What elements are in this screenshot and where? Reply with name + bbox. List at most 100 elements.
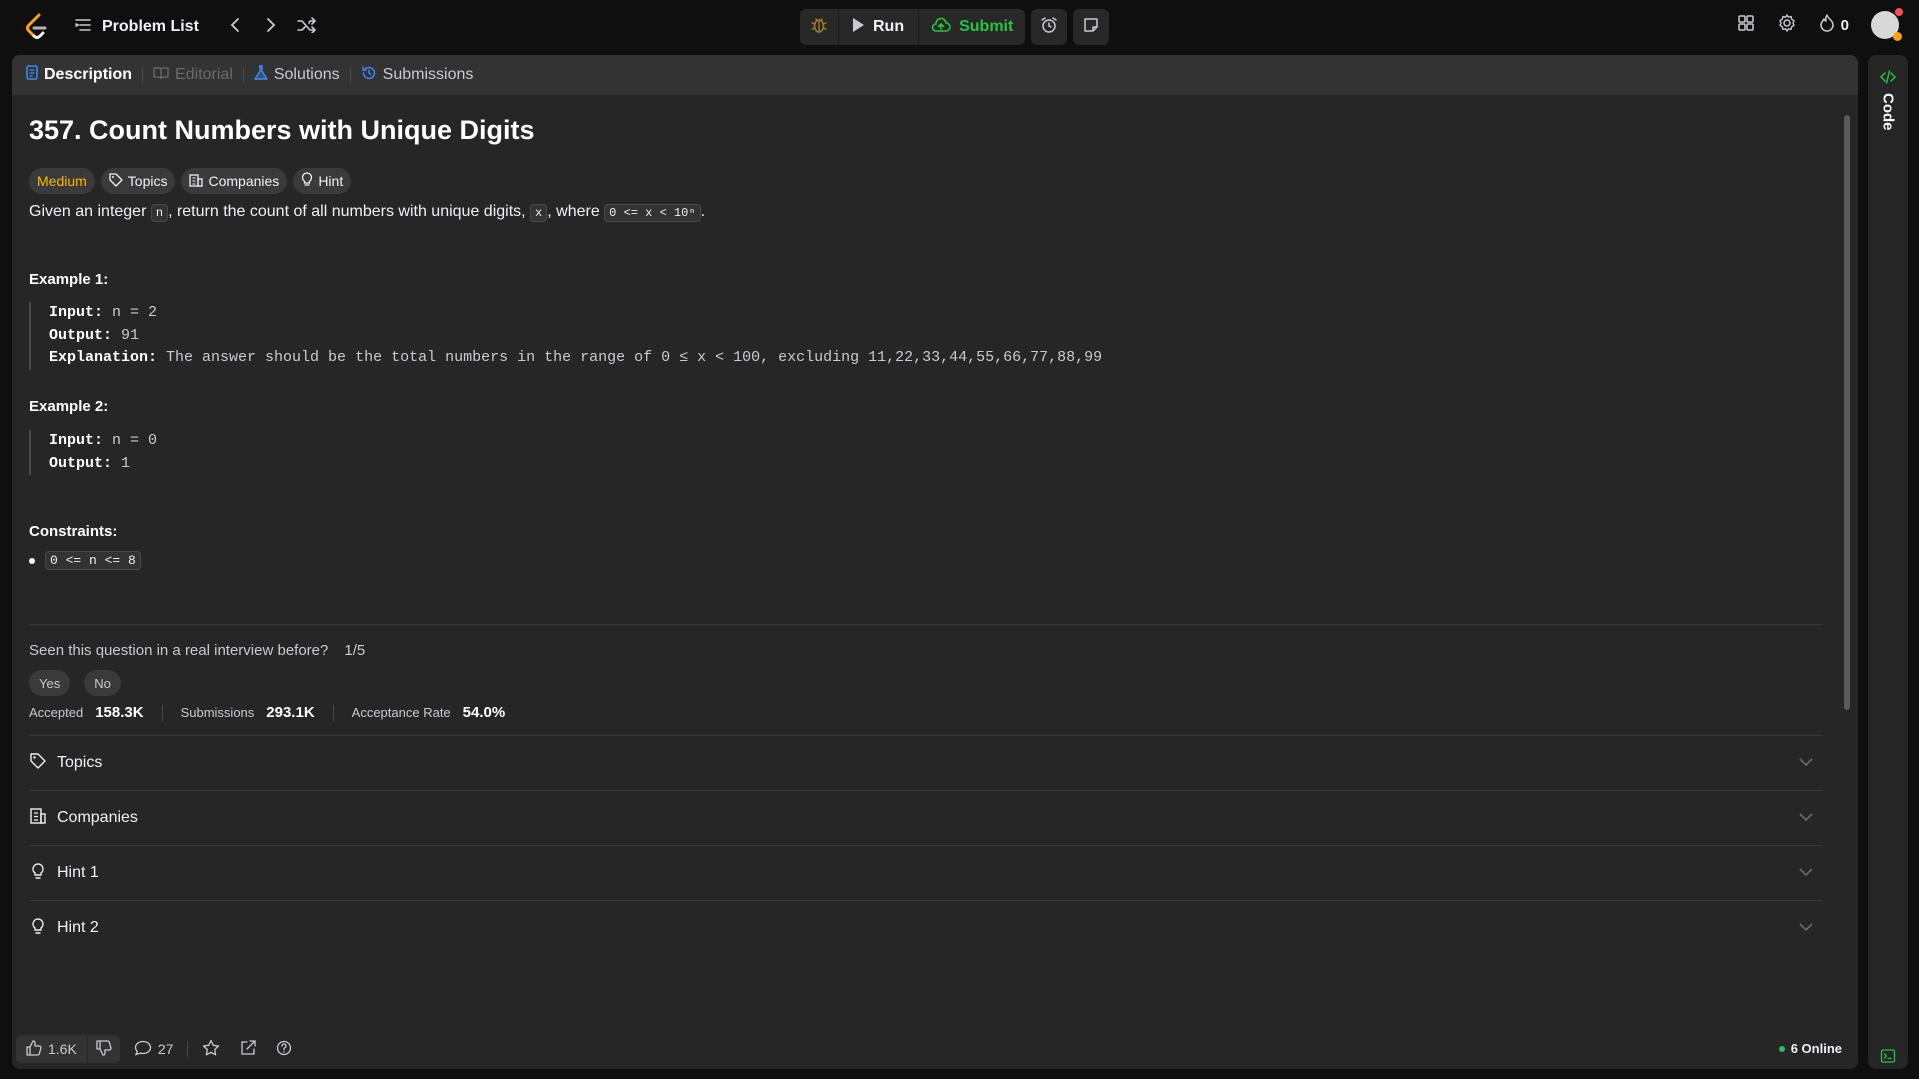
desc-text: Given an integer xyxy=(29,203,151,220)
constraint-item: 0 <= n <= 8 xyxy=(29,551,141,570)
settings-button[interactable] xyxy=(1777,13,1797,38)
premium-badge xyxy=(1893,32,1902,41)
prev-problem-button[interactable] xyxy=(217,14,253,40)
no-button[interactable]: No xyxy=(84,670,121,696)
accordion-topics[interactable]: Topics xyxy=(29,736,1823,790)
tab-description[interactable]: Description xyxy=(26,65,132,85)
lightbulb-icon xyxy=(301,172,313,190)
section-divider xyxy=(29,624,1823,625)
question-icon xyxy=(276,1040,292,1059)
problem-list-button[interactable]: Problem List xyxy=(74,17,199,38)
run-submit-group: Run Submit xyxy=(800,9,1026,45)
chevron-down-icon xyxy=(1799,919,1813,937)
share-button[interactable] xyxy=(234,1039,262,1059)
topbar-right: 0 xyxy=(1737,8,1903,41)
tab-editorial-label: Editorial xyxy=(175,66,233,83)
example-1-title: Example 1: xyxy=(29,271,109,288)
example-output: 91 xyxy=(112,326,140,344)
run-label: Run xyxy=(873,18,905,35)
acceptance-rate-value: 54.0% xyxy=(462,704,506,721)
lightbulb-icon xyxy=(29,862,47,885)
topbar-center: Run Submit xyxy=(800,9,1110,45)
play-icon xyxy=(851,17,865,38)
accordion-label: Topics xyxy=(57,754,103,771)
logo-icon[interactable] xyxy=(24,13,50,41)
flask-icon xyxy=(254,64,268,86)
layout-button[interactable] xyxy=(1737,14,1755,37)
scrollbar-thumb[interactable] xyxy=(1844,115,1850,710)
chevron-down-icon xyxy=(1799,809,1813,827)
shuffle-icon xyxy=(297,16,317,38)
topics-chip-label: Topics xyxy=(127,173,168,189)
desc-text: , where xyxy=(547,203,605,220)
interview-answers: Yes No xyxy=(29,670,121,696)
avatar[interactable] xyxy=(1871,8,1903,41)
tab-submissions[interactable]: Submissions xyxy=(361,65,474,86)
external-link-icon xyxy=(240,1039,257,1059)
console-toggle[interactable] xyxy=(1876,1029,1900,1069)
problem-title: 357. Count Numbers with Unique Digits xyxy=(29,115,535,145)
favorite-button[interactable] xyxy=(196,1039,226,1060)
alarm-icon xyxy=(1040,16,1058,39)
dislike-button[interactable] xyxy=(86,1035,120,1063)
submissions-label: Submissions xyxy=(180,705,255,720)
gear-icon xyxy=(1777,13,1797,37)
inline-code: 0 <= x < 10ⁿ xyxy=(604,204,701,222)
notes-button[interactable] xyxy=(1073,9,1110,45)
prev-icon xyxy=(229,17,241,38)
input-label: Input: xyxy=(49,432,104,449)
yes-button[interactable]: Yes xyxy=(29,670,71,696)
example-input: n = 2 xyxy=(103,304,158,321)
comment-icon xyxy=(134,1040,152,1059)
accordion-companies[interactable]: Companies xyxy=(29,791,1823,845)
note-icon xyxy=(1083,17,1099,38)
code-panel-collapsed[interactable]: Code xyxy=(1868,55,1908,1069)
description-icon xyxy=(26,65,38,85)
accordion-hint-2[interactable]: Hint 2 xyxy=(29,901,1823,955)
book-icon xyxy=(153,66,169,85)
tab-solutions-label: Solutions xyxy=(273,66,340,83)
top-bar: Problem List Run Submit 0 xyxy=(0,0,1919,54)
run-button[interactable]: Run xyxy=(838,9,918,45)
difficulty-badge: Medium xyxy=(29,168,95,194)
chevron-down-icon xyxy=(1799,864,1813,882)
debug-button[interactable] xyxy=(800,9,838,45)
tab-submissions-label: Submissions xyxy=(382,66,474,83)
like-button[interactable]: 1.6K xyxy=(16,1035,87,1063)
random-problem-button[interactable] xyxy=(289,14,325,40)
problem-list-label: Problem List xyxy=(102,18,199,35)
chevron-down-icon xyxy=(1799,754,1813,772)
example-output: 1 xyxy=(112,454,131,472)
building-icon xyxy=(189,173,204,190)
stat-divider xyxy=(161,704,163,721)
comments-button[interactable]: 27 xyxy=(128,1040,180,1059)
help-button[interactable] xyxy=(270,1040,298,1059)
submit-button[interactable]: Submit xyxy=(918,9,1025,45)
streak-counter[interactable]: 0 xyxy=(1819,14,1849,36)
notification-dot xyxy=(1895,8,1903,16)
vote-group: 1.6K xyxy=(16,1035,120,1063)
timer-button[interactable] xyxy=(1031,9,1068,45)
tab-solutions[interactable]: Solutions xyxy=(254,64,340,86)
desc-text: , return the count of all numbers with u… xyxy=(168,203,531,220)
next-problem-button[interactable] xyxy=(253,14,289,40)
tab-editorial[interactable]: Editorial xyxy=(153,66,233,85)
panel-tabs: Description Editorial Solutions Submissi… xyxy=(12,55,1858,95)
inline-code: n xyxy=(150,204,169,222)
hint-chip[interactable]: Hint xyxy=(293,168,352,194)
acceptance-rate-label: Acceptance Rate xyxy=(351,705,451,720)
upload-icon xyxy=(931,17,951,38)
building-icon xyxy=(29,807,47,830)
topics-chip[interactable]: Topics xyxy=(100,168,176,194)
example-input: n = 0 xyxy=(103,432,158,449)
tab-description-label: Description xyxy=(44,66,133,83)
tag-icon xyxy=(109,172,123,190)
star-icon xyxy=(202,1039,220,1060)
companies-chip[interactable]: Companies xyxy=(181,168,288,194)
fire-icon xyxy=(1819,14,1835,36)
topbar-left: Problem List xyxy=(74,14,325,40)
code-tab[interactable]: Code xyxy=(1876,69,1900,131)
accordion-hint-1[interactable]: Hint 1 xyxy=(29,846,1823,900)
accordion-label: Hint 2 xyxy=(57,919,99,936)
description-panel: Description Editorial Solutions Submissi… xyxy=(12,55,1858,1069)
